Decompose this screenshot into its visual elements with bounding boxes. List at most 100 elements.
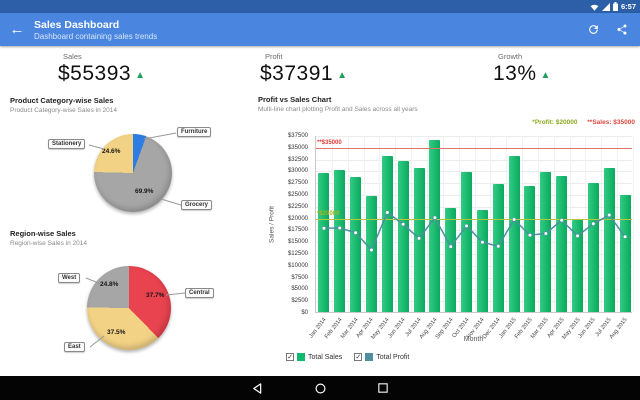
trend-up-icon: ▲ <box>540 70 551 81</box>
trend-up-icon: ▲ <box>135 70 146 81</box>
pie1-pct-stationery: 24.6% <box>102 148 121 155</box>
wifi-icon <box>590 3 599 11</box>
y-tick-label: $17500 <box>287 227 308 234</box>
annotation-sales: **Sales: $35000 <box>587 119 635 126</box>
kpi-sales-label: Sales <box>63 52 82 61</box>
line-marker <box>448 244 453 249</box>
pie2-pct-east: 37.5% <box>107 329 126 336</box>
pie2-pct-west: 24.8% <box>100 281 119 288</box>
line-marker <box>401 222 406 227</box>
y-tick-label: $5000 <box>291 286 308 293</box>
page-subtitle: Dashboard containing sales trends <box>34 31 158 41</box>
share-icon[interactable] <box>616 23 628 36</box>
legend-swatch <box>365 353 374 361</box>
y-tick-label: $35000 <box>287 144 308 151</box>
line-marker <box>496 244 501 249</box>
line-marker <box>575 233 580 238</box>
legend-swatch <box>297 353 305 361</box>
x-axis-title: Month <box>463 336 484 343</box>
app-bar: ← Sales Dashboard Dashboard containing s… <box>0 13 640 46</box>
y-tick-label: $20000 <box>287 215 308 222</box>
pie1-pct-grocery: 69.9% <box>135 188 154 195</box>
line-marker <box>607 212 612 218</box>
kpi-growth-label: Growth <box>498 52 523 61</box>
line-marker <box>512 217 517 222</box>
legend-checkbox[interactable]: ✓ <box>286 353 294 361</box>
annotation-profit: *Profit: $20000 <box>532 119 578 126</box>
cellular-signal-icon <box>601 2 610 11</box>
y-tick-label: $10000 <box>287 262 308 269</box>
y-axis-tick-labels: $0 $2500 $5000 $7500 $10000 $12500 $15000 $1750… <box>277 133 311 316</box>
chart-legend: ✓ Total Sales ✓ Total Profit <box>286 353 409 361</box>
y-tick-label: $30000 <box>287 168 308 175</box>
kpi-sales-value: $55393 ▲ <box>58 62 146 85</box>
total-profit-line <box>321 210 628 253</box>
line-marker <box>543 231 548 236</box>
kpi-profit-label: Profit <box>265 52 283 61</box>
page-title: Sales Dashboard <box>34 18 120 31</box>
legend-item: ✓ Total Profit <box>354 353 409 361</box>
pie-chart-region[interactable] <box>87 266 171 350</box>
combo-chart-title: Profit vs Sales Chart <box>258 95 332 104</box>
line-marker <box>559 218 564 223</box>
y-tick-label: $15000 <box>287 239 308 246</box>
kpi-growth: Growth 13% ▲ <box>493 52 551 86</box>
legend-checkbox[interactable]: ✓ <box>354 353 363 361</box>
legend-label: Total Sales <box>308 353 343 361</box>
y-axis-title: Sales / Profit <box>268 206 276 243</box>
y-tick-label: $37500 <box>287 133 308 139</box>
chart-annotations: *Profit: $20000 **Sales: $35000 <box>524 119 635 126</box>
clock: 6:57 <box>620 2 636 11</box>
nav-back-icon[interactable] <box>251 382 264 395</box>
pie-chart-product-category[interactable] <box>94 134 172 212</box>
kpi-sales: Sales $55393 ▲ <box>58 52 145 86</box>
pie1-callout-furniture: Furniture <box>177 127 212 137</box>
kpi-growth-value: 13% ▲ <box>493 62 551 85</box>
line-marker <box>337 225 342 231</box>
y-tick-label: $27500 <box>287 180 308 187</box>
line-marker <box>527 233 533 238</box>
line-marker <box>480 240 485 245</box>
android-nav-bar <box>0 376 640 400</box>
line-marker <box>591 221 596 226</box>
line-marker <box>432 215 437 220</box>
pie1-subtitle: Product Category-wise Sales in 2014 <box>10 107 117 114</box>
nav-recents-icon[interactable] <box>377 382 390 395</box>
combo-chart-subtitle: Multi-line chart plotting Profit and Sal… <box>258 106 418 113</box>
line-marker <box>321 226 327 231</box>
pie2-pct-central: 37.7% <box>146 292 165 299</box>
line-marker <box>622 234 628 239</box>
y-tick-label: $32500 <box>287 156 308 163</box>
pie2-callout-east: East <box>64 342 85 352</box>
refresh-icon[interactable] <box>587 23 600 36</box>
status-bar: 6:57 <box>0 0 640 13</box>
line-marker <box>416 236 422 241</box>
y-tick-label: $12500 <box>287 251 308 257</box>
pie2-callout-west: West <box>58 273 81 283</box>
y-tick-label: $22500 <box>287 203 308 210</box>
combo-chart-plot-area: **$35000 *$20000 <box>315 136 634 313</box>
pie2-callout-central: Central <box>185 288 214 298</box>
line-marker <box>385 210 390 215</box>
screen: 6:57 ← Sales Dashboard Dashboard contain… <box>0 0 640 400</box>
y-tick-label: $7500 <box>291 274 308 281</box>
pie1-title: Product Category-wise Sales <box>10 96 114 105</box>
legend-label: Total Profit <box>376 353 410 361</box>
pie2-subtitle: Region-wise Sales in 2014 <box>10 240 87 247</box>
battery-icon <box>612 2 618 11</box>
pie1-callout-grocery: Grocery <box>181 200 213 210</box>
kpi-profit-value: $37391 ▲ <box>260 62 348 85</box>
y-tick-label: $25000 <box>287 192 308 198</box>
nav-home-icon[interactable] <box>314 382 327 395</box>
legend-item: ✓ Total Sales <box>286 353 342 361</box>
y-tick-label: $0 <box>301 310 308 316</box>
trend-up-icon: ▲ <box>337 70 348 81</box>
app-bar-titles: Sales Dashboard Dashboard containing sal… <box>34 19 587 41</box>
back-arrow-icon[interactable]: ← <box>0 21 34 38</box>
line-marker <box>369 247 374 253</box>
pie2-title: Region-wise Sales <box>10 229 76 238</box>
kpi-profit: Profit $37391 ▲ <box>260 52 347 86</box>
y-tick-label: $2500 <box>291 298 308 305</box>
v-gridline <box>633 136 634 312</box>
line-marker <box>353 230 358 235</box>
